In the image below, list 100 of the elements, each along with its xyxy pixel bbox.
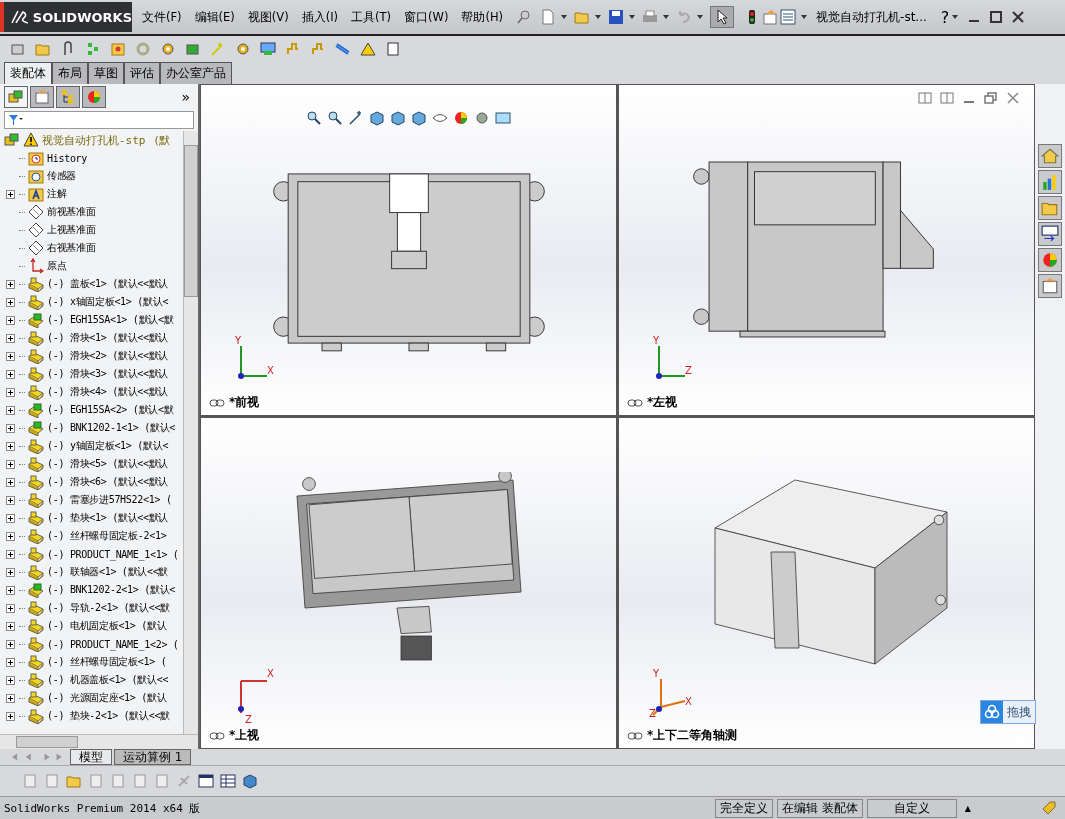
expand-icon[interactable] [5, 369, 15, 379]
tree-item[interactable]: (-) 光源固定座<1> (默认 [47, 691, 167, 705]
expand-icon[interactable] [5, 639, 15, 649]
tree-item[interactable]: (-) 垫块<1> (默认<<默认 [47, 511, 169, 525]
tree-item[interactable]: 传感器 [47, 169, 77, 183]
tree-item[interactable]: (-) PRODUCT_NAME_1<1> ( [47, 548, 179, 560]
expand-icon[interactable] [5, 603, 15, 613]
split-view-icon[interactable] [940, 91, 954, 105]
tree-item[interactable]: (-) 滑块<6> (默认<<默认 [47, 475, 169, 489]
expand-icon[interactable] [5, 315, 15, 325]
caret-icon[interactable] [697, 15, 704, 19]
drag-button[interactable]: 拖拽 [980, 700, 1036, 724]
tree-item[interactable]: 注解 [47, 187, 67, 201]
expand-icon[interactable] [5, 387, 15, 397]
caret-icon[interactable] [561, 15, 568, 19]
zoom-icon[interactable] [306, 110, 322, 126]
more-button[interactable]: » [181, 89, 194, 105]
expand-icon[interactable] [5, 351, 15, 361]
menu-item[interactable]: 文件(F) [142, 9, 182, 25]
caret-icon[interactable] [595, 15, 602, 19]
gear-icon[interactable] [160, 41, 176, 57]
tree-item[interactable]: 视觉自动打孔机-stp [42, 132, 146, 148]
model-tab[interactable]: 运动算例 1 [114, 749, 192, 765]
expand-icon[interactable] [5, 621, 15, 631]
expand-icon[interactable] [5, 711, 15, 721]
property-tab[interactable] [30, 86, 54, 108]
caret-icon[interactable] [663, 15, 670, 19]
expand-icon[interactable] [5, 495, 15, 505]
tree-item[interactable]: (-) 滑块<2> (默认<<默认 [47, 349, 169, 363]
chart-icon[interactable] [1038, 170, 1062, 194]
display-tab[interactable] [82, 86, 106, 108]
solidworks-logo[interactable]: SOLIDWORKS [0, 2, 132, 32]
table-icon[interactable] [220, 773, 236, 789]
tree-item[interactable]: (-) 滑块<3> (默认<<默认 [47, 367, 169, 381]
model-tab[interactable]: 模型 [70, 749, 112, 765]
tree-item[interactable]: (-) 滑块<5> (默认<<默认 [47, 457, 169, 471]
list-icon[interactable] [1038, 222, 1062, 246]
expand-icon[interactable] [5, 405, 15, 415]
units-button[interactable]: 自定义 [866, 798, 957, 818]
expand-icon[interactable] [5, 585, 15, 595]
tree-item[interactable]: (-) BNK1202-2<1> (默认< [47, 583, 176, 597]
expand-icon[interactable] [5, 657, 15, 667]
tree-item[interactable]: (-) 机器盖板<1> (默认<< [47, 673, 169, 687]
maximize-icon[interactable] [989, 10, 1004, 24]
checklist-icon[interactable] [780, 9, 797, 25]
tree-item[interactable]: (-) 滑块<1> (默认<<默认 [47, 331, 169, 345]
expand-icon[interactable] [5, 513, 15, 523]
menu-item[interactable]: 窗口(W) [404, 9, 449, 25]
tree-item[interactable]: (-) 丝杆螺母固定板<1> ( [47, 655, 167, 669]
menu-item[interactable]: 工具(T) [351, 9, 392, 25]
expand-icon[interactable] [5, 531, 15, 541]
tree-item[interactable]: (-) y轴固定板<1> (默认< [47, 439, 169, 453]
tree-item[interactable]: (-) EGH15SA<1> (默认<默 [47, 313, 174, 327]
page-icon[interactable] [385, 41, 401, 57]
expand-icon[interactable] [5, 549, 15, 559]
gear-icon[interactable] [474, 110, 490, 126]
tree-item[interactable]: (-) 垫块-2<1> (默认<<默 [47, 709, 170, 723]
menu-item[interactable]: 帮助(H) [461, 9, 504, 25]
tree-item[interactable]: 上视基准面 [47, 223, 96, 237]
tree-item[interactable]: (-) EGH15SA<2> (默认<默 [47, 403, 174, 417]
assembly-tab[interactable] [4, 86, 28, 108]
caret-icon[interactable] [801, 15, 808, 19]
tree-item[interactable]: (-) 丝杆螺母固定板-2<1> [47, 529, 167, 543]
split-view-icon[interactable] [918, 91, 932, 105]
caret-icon[interactable] [952, 15, 959, 19]
tree-item[interactable]: (-) 雷塞步进57HS22<1> ( [47, 493, 172, 507]
zoom-icon[interactable] [327, 110, 343, 126]
command-tab[interactable]: 布局 [52, 62, 88, 84]
expand-icon[interactable] [5, 279, 15, 289]
command-tab[interactable]: 装配体 [4, 62, 52, 84]
tree-item[interactable]: (-) 联轴器<1> (默认<<默 [47, 565, 169, 579]
block-icon[interactable] [185, 41, 201, 57]
tree-item[interactable]: (-) 滑块<4> (默认<<默认 [47, 385, 169, 399]
tree-item[interactable]: (-) BNK1202-1<1> (默认< [47, 421, 176, 435]
tree-item[interactable]: 原点 [47, 259, 67, 273]
save-icon[interactable] [608, 9, 625, 25]
help-button[interactable]: ? [940, 7, 950, 27]
tree-item[interactable]: (-) x轴固定板<1> (默认< [47, 295, 169, 309]
tree-item[interactable]: History [47, 152, 88, 164]
chain-icon[interactable] [627, 398, 643, 407]
config-tab[interactable] [56, 86, 80, 108]
expand-icon[interactable] [5, 675, 15, 685]
window-icon[interactable] [198, 773, 214, 789]
menu-item[interactable]: 视图(V) [247, 9, 289, 25]
expand-icon[interactable] [5, 333, 15, 343]
warning-icon[interactable] [360, 41, 376, 57]
select-button[interactable] [710, 6, 735, 28]
command-tab[interactable]: 草图 [88, 62, 124, 84]
expand-icon[interactable] [5, 693, 15, 703]
tree-item[interactable]: (-) PRODUCT_NAME_1<2> ( [47, 638, 179, 650]
tree-item[interactable]: 前视基准面 [47, 205, 96, 219]
close-icon[interactable] [1011, 10, 1026, 24]
tree-item[interactable]: 右视基准面 [47, 241, 96, 255]
menu-item[interactable]: 插入(I) [301, 9, 339, 25]
expand-icon[interactable] [5, 297, 15, 307]
filter-field[interactable] [4, 111, 194, 129]
expand-icon[interactable] [5, 423, 15, 433]
tree-item[interactable]: (-) 盖板<1> (默认<<默认 [47, 277, 169, 291]
restore-icon[interactable] [984, 91, 998, 105]
chain-icon[interactable] [209, 398, 225, 407]
